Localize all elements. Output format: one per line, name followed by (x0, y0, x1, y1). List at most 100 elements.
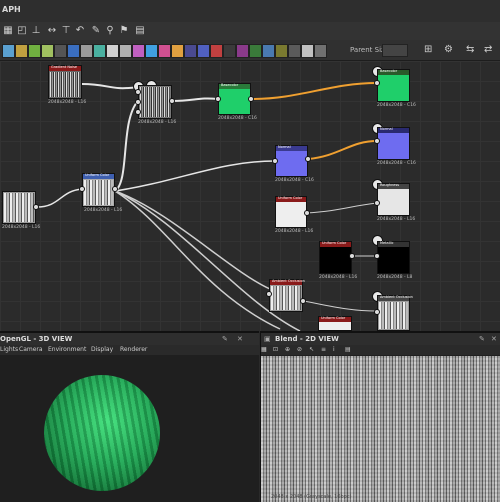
node-title: Normal (278, 145, 291, 149)
uniform-color-button[interactable] (210, 44, 223, 58)
pointer-icon[interactable]: ↖ (309, 346, 314, 353)
node-input-port[interactable] (374, 200, 380, 206)
directional-warp-button[interactable] (54, 44, 67, 58)
graph-settings-icon[interactable]: ⚙ (444, 44, 453, 55)
histogram-icon[interactable]: ≡ (321, 346, 326, 353)
tree-icon[interactable]: ⊤ (60, 25, 72, 37)
crop-icon[interactable]: ⊡ (273, 346, 278, 353)
node-graph-canvas[interactable]: Gradient Noise 2048x2048 - L16 2048x2048… (0, 61, 500, 331)
emboss-node-button[interactable] (80, 44, 93, 58)
export-icon[interactable]: ⇄ (484, 44, 492, 55)
graph-node[interactable]: Basecolor (218, 83, 251, 115)
node-input-port[interactable] (374, 80, 380, 86)
node-output-port[interactable] (304, 210, 310, 216)
share-icon[interactable]: ⇆ (466, 44, 474, 55)
node-output-port[interactable] (33, 204, 39, 210)
node-input-port[interactable] (374, 138, 380, 144)
output-node[interactable]: Roughness (377, 183, 410, 216)
tools-icon[interactable]: ✎ (90, 25, 102, 37)
screenshot-icon[interactable]: ▦ (2, 25, 14, 37)
menu-environment[interactable]: Environment (48, 346, 86, 353)
grid-icon[interactable]: ▤ (134, 25, 146, 37)
node-input-port[interactable] (135, 99, 141, 105)
node-thumbnail (379, 302, 408, 329)
blend-node-button[interactable] (2, 44, 15, 58)
undo-icon[interactable]: ↶ (74, 25, 86, 37)
pixel-processor-button[interactable] (171, 44, 184, 58)
link-creation-icon[interactable]: ⊞ (424, 44, 432, 55)
curve-node-button[interactable] (41, 44, 54, 58)
levels-node-button[interactable] (145, 44, 158, 58)
pin-icon[interactable]: ✎ (222, 335, 228, 343)
node-output-port[interactable] (169, 98, 175, 104)
graph-node[interactable]: Uniform Color (319, 241, 352, 274)
menu-renderer[interactable]: Renderer (120, 346, 147, 353)
channels-node-button[interactable] (28, 44, 41, 58)
frame-icon[interactable]: ◰ (16, 25, 28, 37)
input-node-button[interactable] (262, 44, 275, 58)
hsl-node-button[interactable] (132, 44, 145, 58)
transform-node-button[interactable] (197, 44, 210, 58)
node-output-port[interactable] (349, 253, 355, 259)
output-node-button[interactable] (275, 44, 288, 58)
gradient-map-button[interactable] (106, 44, 119, 58)
node-input-port[interactable] (266, 291, 272, 297)
graph-node[interactable]: Ambient Occlusion (269, 279, 305, 312)
comment-node-button[interactable] (301, 44, 314, 58)
svg-node-button[interactable] (236, 44, 249, 58)
graph-node[interactable] (138, 85, 172, 119)
flag-icon[interactable]: ⚑ (118, 25, 130, 37)
link-icon[interactable]: ⚲ (104, 25, 116, 37)
frame-node-button[interactable] (288, 44, 301, 58)
menu-display[interactable]: Display (91, 346, 113, 353)
texture-preview[interactable]: 2048 x 2048 (Grayscale, 16bpc) (261, 356, 500, 502)
graph-node[interactable]: Uniform Color (275, 196, 307, 228)
normal-node-button[interactable] (158, 44, 171, 58)
node-resolution-label: 2048x2048 - L16 (138, 120, 177, 125)
pin-icon[interactable]: ⊥ (30, 25, 42, 37)
3d-view-titlebar: OpenGL - 3D VIEW ✎ ✕ (0, 333, 259, 345)
node-resolution-label: 2048x2048 - C16 (218, 116, 257, 121)
preview-sphere[interactable] (44, 375, 160, 491)
node-input-port[interactable] (79, 186, 85, 192)
graph-node[interactable]: Uniform Color (82, 173, 115, 207)
node-output-port[interactable] (112, 186, 118, 192)
info-icon[interactable]: i (333, 346, 335, 353)
align-icon[interactable]: ↔ (46, 25, 58, 37)
menu-lights[interactable]: Lights (0, 346, 18, 353)
graph-node[interactable] (2, 191, 36, 224)
channels-icon[interactable]: ⊘ (297, 346, 302, 353)
grid-icon[interactable]: ▤ (345, 346, 351, 353)
graph-node[interactable]: Normal (275, 145, 308, 177)
node-input-port[interactable] (215, 96, 221, 102)
fx-map-button[interactable] (93, 44, 106, 58)
zoom-icon[interactable]: ⊕ (285, 346, 290, 353)
node-output-port[interactable] (305, 156, 311, 162)
graph-node[interactable]: Gradient Noise (48, 65, 82, 99)
pin-node-button[interactable] (314, 44, 327, 58)
output-node[interactable]: Metallic (377, 241, 410, 274)
parent-size-dropdown[interactable] (382, 44, 408, 57)
node-input-port[interactable] (135, 109, 141, 115)
close-icon[interactable]: ✕ (491, 335, 497, 343)
node-output-port[interactable] (300, 298, 306, 304)
grayscale-button[interactable] (119, 44, 132, 58)
graph-node[interactable]: Uniform Color (318, 316, 352, 331)
node-output-port[interactable] (248, 96, 254, 102)
output-node[interactable]: Normal (377, 127, 410, 160)
output-node[interactable]: Ambient Occlusion (377, 295, 413, 331)
node-input-port[interactable] (135, 89, 141, 95)
checker-icon[interactable]: ▦ (261, 346, 267, 353)
warp-node-button[interactable] (223, 44, 236, 58)
node-input-port[interactable] (374, 253, 380, 259)
text-node-button[interactable] (184, 44, 197, 58)
close-icon[interactable]: ✕ (237, 335, 243, 343)
menu-camera[interactable]: Camera (19, 346, 43, 353)
node-input-port[interactable] (374, 309, 380, 315)
bitmap-node-button[interactable] (249, 44, 262, 58)
distance-node-button[interactable] (67, 44, 80, 58)
output-node[interactable]: Basecolor (377, 69, 410, 102)
blur-node-button[interactable] (15, 44, 28, 58)
node-input-port[interactable] (272, 158, 278, 164)
pin-icon[interactable]: ✎ (479, 335, 485, 343)
